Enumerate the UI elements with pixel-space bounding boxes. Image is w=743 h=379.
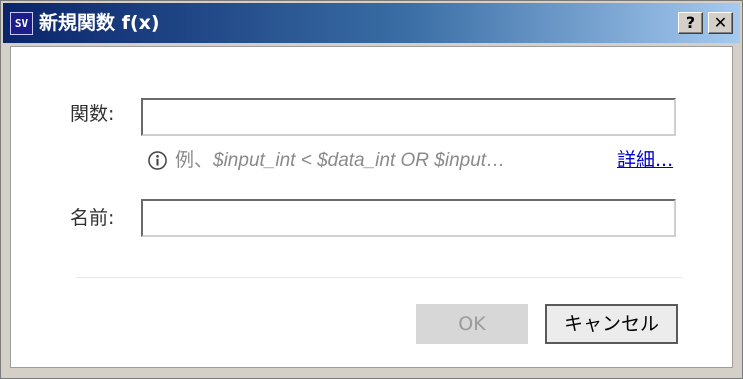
hint-prefix: 例、 [175,149,214,171]
hint-example: $input_int < $data_int OR $input… [213,150,506,171]
close-button[interactable]: ✕ [708,12,733,34]
cancel-button[interactable]: キャンセル [545,304,678,344]
new-function-dialog: SV 新規関数 f(x) ? ✕ 関数: 例、$input_int < $dat… [0,0,743,379]
dialog-body: 関数: 例、$input_int < $data_int OR $input… … [10,46,733,368]
details-link[interactable]: 詳細... [617,149,673,171]
divider [76,277,682,278]
help-button[interactable]: ? [678,12,703,34]
hint-text: 例、$input_int < $data_int OR $input… [175,149,505,172]
dialog-title: 新規関数 f(x) [39,12,160,34]
info-icon [148,151,167,170]
ok-button[interactable]: OK [416,304,528,344]
title-bar[interactable]: SV 新規関数 f(x) ? ✕ [3,3,740,43]
function-label: 関数: [70,103,115,125]
name-label: 名前: [70,207,115,229]
app-logo-icon: SV [10,12,33,35]
name-input[interactable] [141,199,676,237]
function-input[interactable] [141,98,676,136]
